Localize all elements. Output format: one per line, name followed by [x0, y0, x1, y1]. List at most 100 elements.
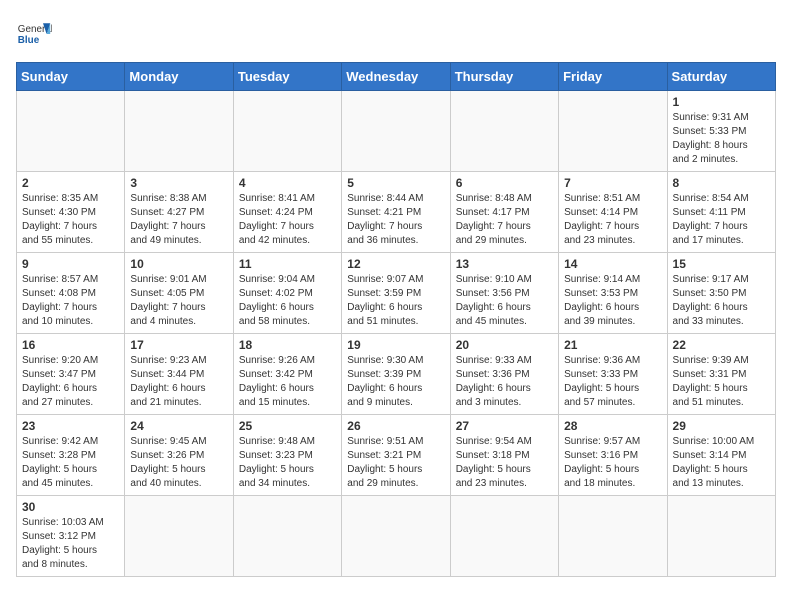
day-info: Sunrise: 9:01 AM Sunset: 4:05 PM Dayligh…: [130, 273, 227, 329]
calendar-header: SundayMondayTuesdayWednesdayThursdayFrid…: [17, 63, 776, 91]
day-info: Sunrise: 9:42 AM Sunset: 3:28 PM Dayligh…: [22, 435, 119, 491]
day-info: Sunrise: 9:26 AM Sunset: 3:42 PM Dayligh…: [239, 354, 336, 410]
day-info: Sunrise: 9:48 AM Sunset: 3:23 PM Dayligh…: [239, 435, 336, 491]
calendar-body: 1 Sunrise: 9:31 AM Sunset: 5:33 PM Daylig…: [17, 91, 776, 577]
calendar-day-cell: 24 Sunrise: 9:45 AM Sunset: 3:26 PM Dayli…: [125, 415, 233, 496]
calendar-day-cell: [342, 91, 450, 172]
calendar-day-cell: [559, 496, 667, 577]
day-number: 16: [22, 338, 119, 352]
day-info: Sunrise: 10:03 AM Sunset: 3:12 PM Daylig…: [22, 516, 119, 572]
day-number: 17: [130, 338, 227, 352]
calendar-week-row: 2Sunrise: 8:35 AM Sunset: 4:30 PM Daylig…: [17, 172, 776, 253]
day-number: 26: [347, 419, 444, 433]
day-info: Sunrise: 9:54 AM Sunset: 3:18 PM Dayligh…: [456, 435, 553, 491]
calendar-day-cell: 9 Sunrise: 8:57 AM Sunset: 4:08 PM Daylig…: [17, 253, 125, 334]
day-number: 19: [347, 338, 444, 352]
calendar-day-cell: 25 Sunrise: 9:48 AM Sunset: 3:23 PM Dayli…: [233, 415, 341, 496]
day-number: 28: [564, 419, 661, 433]
calendar-week-row: 16 Sunrise: 9:20 AM Sunset: 3:47 PM Dayli…: [17, 334, 776, 415]
weekday-header-sunday: Sunday: [17, 63, 125, 91]
day-number: 24: [130, 419, 227, 433]
calendar-day-cell: [17, 91, 125, 172]
calendar-day-cell: [342, 496, 450, 577]
calendar-day-cell: 23 Sunrise: 9:42 AM Sunset: 3:28 PM Dayli…: [17, 415, 125, 496]
day-info: Sunrise: 8:44 AM Sunset: 4:21 PM Dayligh…: [347, 192, 444, 248]
day-number: 12: [347, 257, 444, 271]
day-info: Sunrise: 9:17 AM Sunset: 3:50 PM Dayligh…: [673, 273, 770, 329]
calendar-day-cell: 18 Sunrise: 9:26 AM Sunset: 3:42 PM Dayli…: [233, 334, 341, 415]
day-info: Sunrise: 9:30 AM Sunset: 3:39 PM Dayligh…: [347, 354, 444, 410]
day-number: 18: [239, 338, 336, 352]
calendar-day-cell: [559, 91, 667, 172]
day-number: 25: [239, 419, 336, 433]
day-info: Sunrise: 8:54 AM Sunset: 4:11 PM Dayligh…: [673, 192, 770, 248]
weekday-header-monday: Monday: [125, 63, 233, 91]
calendar-day-cell: 26Sunrise: 9:51 AM Sunset: 3:21 PM Dayli…: [342, 415, 450, 496]
day-info: Sunrise: 8:35 AM Sunset: 4:30 PM Dayligh…: [22, 192, 119, 248]
logo: General Blue: [16, 16, 52, 52]
day-number: 3: [130, 176, 227, 190]
day-number: 9: [22, 257, 119, 271]
day-number: 20: [456, 338, 553, 352]
day-info: Sunrise: 9:36 AM Sunset: 3:33 PM Dayligh…: [564, 354, 661, 410]
day-info: Sunrise: 9:04 AM Sunset: 4:02 PM Dayligh…: [239, 273, 336, 329]
day-info: Sunrise: 8:57 AM Sunset: 4:08 PM Dayligh…: [22, 273, 119, 329]
calendar-day-cell: 17 Sunrise: 9:23 AM Sunset: 3:44 PM Dayli…: [125, 334, 233, 415]
header: General Blue: [16, 16, 776, 52]
calendar-day-cell: 4Sunrise: 8:41 AM Sunset: 4:24 PM Daylig…: [233, 172, 341, 253]
calendar-day-cell: 6Sunrise: 8:48 AM Sunset: 4:17 PM Daylig…: [450, 172, 558, 253]
calendar-week-row: 30 Sunrise: 10:03 AM Sunset: 3:12 PM Dayl…: [17, 496, 776, 577]
day-number: 15: [673, 257, 770, 271]
day-number: 13: [456, 257, 553, 271]
calendar-week-row: 9 Sunrise: 8:57 AM Sunset: 4:08 PM Daylig…: [17, 253, 776, 334]
day-info: Sunrise: 10:00 AM Sunset: 3:14 PM Daylig…: [673, 435, 770, 491]
calendar-day-cell: 20Sunrise: 9:33 AM Sunset: 3:36 PM Dayli…: [450, 334, 558, 415]
calendar-day-cell: [450, 91, 558, 172]
calendar-day-cell: [667, 496, 775, 577]
calendar-day-cell: [450, 496, 558, 577]
day-info: Sunrise: 9:39 AM Sunset: 3:31 PM Dayligh…: [673, 354, 770, 410]
calendar-day-cell: 14 Sunrise: 9:14 AM Sunset: 3:53 PM Dayli…: [559, 253, 667, 334]
calendar-day-cell: 19 Sunrise: 9:30 AM Sunset: 3:39 PM Dayli…: [342, 334, 450, 415]
day-number: 6: [456, 176, 553, 190]
calendar-day-cell: 2Sunrise: 8:35 AM Sunset: 4:30 PM Daylig…: [17, 172, 125, 253]
day-number: 8: [673, 176, 770, 190]
calendar-day-cell: 8 Sunrise: 8:54 AM Sunset: 4:11 PM Daylig…: [667, 172, 775, 253]
day-info: Sunrise: 9:57 AM Sunset: 3:16 PM Dayligh…: [564, 435, 661, 491]
day-info: Sunrise: 9:10 AM Sunset: 3:56 PM Dayligh…: [456, 273, 553, 329]
day-number: 5: [347, 176, 444, 190]
day-info: Sunrise: 9:23 AM Sunset: 3:44 PM Dayligh…: [130, 354, 227, 410]
day-info: Sunrise: 9:07 AM Sunset: 3:59 PM Dayligh…: [347, 273, 444, 329]
day-number: 1: [673, 95, 770, 109]
calendar-day-cell: 21Sunrise: 9:36 AM Sunset: 3:33 PM Dayli…: [559, 334, 667, 415]
day-info: Sunrise: 9:31 AM Sunset: 5:33 PM Dayligh…: [673, 111, 770, 167]
calendar-day-cell: 22Sunrise: 9:39 AM Sunset: 3:31 PM Dayli…: [667, 334, 775, 415]
day-info: Sunrise: 9:45 AM Sunset: 3:26 PM Dayligh…: [130, 435, 227, 491]
calendar-day-cell: 3Sunrise: 8:38 AM Sunset: 4:27 PM Daylig…: [125, 172, 233, 253]
weekday-header-friday: Friday: [559, 63, 667, 91]
calendar-day-cell: 5 Sunrise: 8:44 AM Sunset: 4:21 PM Daylig…: [342, 172, 450, 253]
calendar-day-cell: 15 Sunrise: 9:17 AM Sunset: 3:50 PM Dayli…: [667, 253, 775, 334]
calendar-day-cell: 1 Sunrise: 9:31 AM Sunset: 5:33 PM Daylig…: [667, 91, 775, 172]
day-number: 30: [22, 500, 119, 514]
day-number: 23: [22, 419, 119, 433]
day-number: 14: [564, 257, 661, 271]
calendar-day-cell: 28 Sunrise: 9:57 AM Sunset: 3:16 PM Dayli…: [559, 415, 667, 496]
calendar-day-cell: 10Sunrise: 9:01 AM Sunset: 4:05 PM Dayli…: [125, 253, 233, 334]
calendar-day-cell: 27 Sunrise: 9:54 AM Sunset: 3:18 PM Dayli…: [450, 415, 558, 496]
calendar-day-cell: 16 Sunrise: 9:20 AM Sunset: 3:47 PM Dayli…: [17, 334, 125, 415]
calendar-day-cell: [233, 496, 341, 577]
day-number: 4: [239, 176, 336, 190]
calendar-day-cell: [233, 91, 341, 172]
calendar-day-cell: 12 Sunrise: 9:07 AM Sunset: 3:59 PM Dayli…: [342, 253, 450, 334]
svg-text:Blue: Blue: [18, 35, 40, 46]
day-info: Sunrise: 9:20 AM Sunset: 3:47 PM Dayligh…: [22, 354, 119, 410]
day-number: 29: [673, 419, 770, 433]
day-info: Sunrise: 9:14 AM Sunset: 3:53 PM Dayligh…: [564, 273, 661, 329]
calendar-day-cell: 29 Sunrise: 10:00 AM Sunset: 3:14 PM Dayl…: [667, 415, 775, 496]
weekday-header-saturday: Saturday: [667, 63, 775, 91]
day-number: 27: [456, 419, 553, 433]
weekday-row: SundayMondayTuesdayWednesdayThursdayFrid…: [17, 63, 776, 91]
day-number: 11: [239, 257, 336, 271]
calendar-day-cell: [125, 496, 233, 577]
